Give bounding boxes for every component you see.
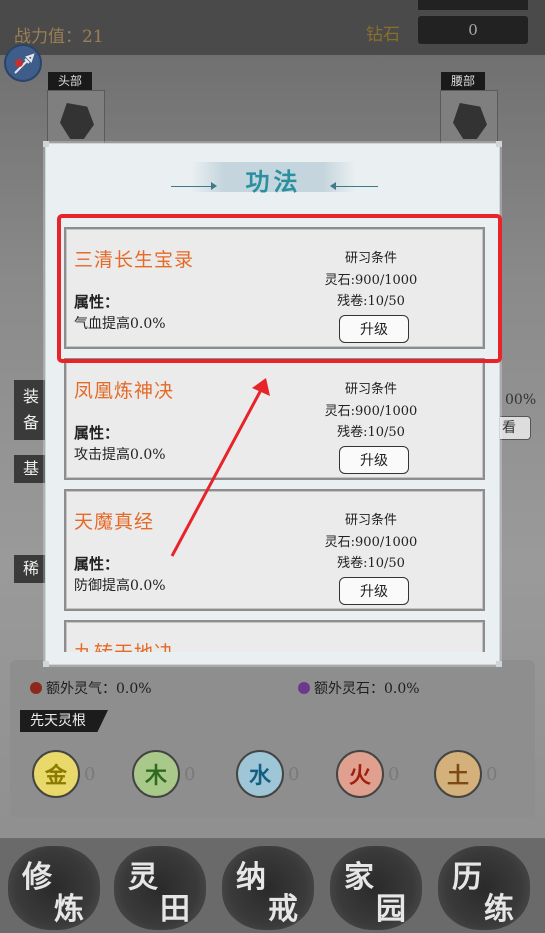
pointer-arrow-icon xyxy=(170,378,270,557)
